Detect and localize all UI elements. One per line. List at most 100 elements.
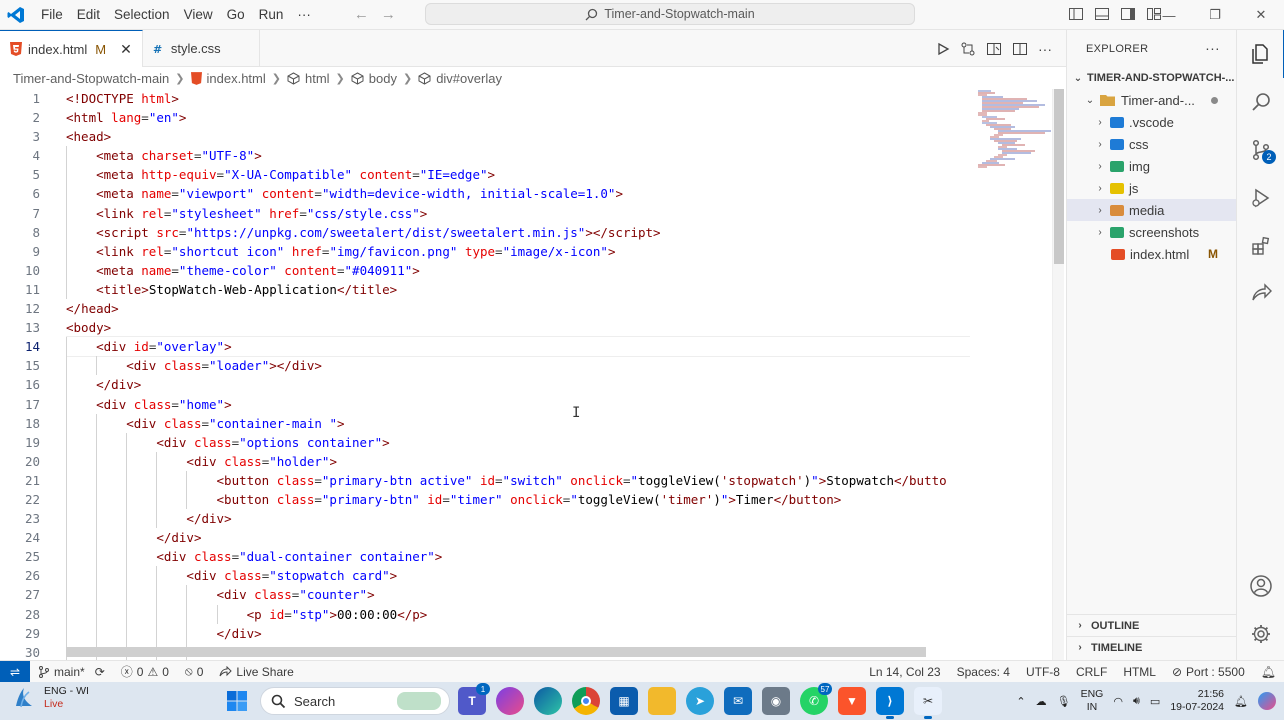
split-editor-icon[interactable] (1012, 41, 1028, 57)
remote-indicator-icon[interactable]: ⇌ (0, 660, 30, 683)
vertical-scrollbar[interactable] (1052, 89, 1064, 660)
end-of-line[interactable]: CRLF (1068, 665, 1115, 679)
command-center[interactable]: Timer-and-Stopwatch-main (425, 3, 915, 25)
menu-run[interactable]: Run (252, 0, 291, 30)
tree-item-img[interactable]: › img (1067, 155, 1236, 177)
more-actions-icon[interactable]: ··· (1205, 40, 1220, 56)
store-app-icon[interactable]: ▦ (610, 687, 638, 715)
tab-style-css[interactable]: # style.css (143, 30, 260, 67)
breadcrumb-item-body[interactable]: body (369, 71, 397, 86)
code-line[interactable]: <body> (66, 318, 970, 337)
tree-item-screenshots[interactable]: › screenshots (1067, 221, 1236, 243)
code-line[interactable]: <div class="loader"></div> (66, 356, 970, 376)
breadcrumb-item-html[interactable]: html (305, 71, 330, 86)
code-line[interactable]: <button class="primary-btn active" id="s… (66, 470, 970, 490)
open-preview-icon[interactable] (986, 41, 1002, 57)
vscode-app-icon[interactable]: ⟩ (876, 687, 904, 719)
brave-app-icon[interactable]: ▼ (838, 687, 866, 715)
tree-item-js[interactable]: › js (1067, 177, 1236, 199)
tree-item-index-html[interactable]: index.html M (1067, 243, 1236, 265)
timeline-section[interactable]: › TIMELINE (1067, 636, 1237, 658)
extensions-activity[interactable] (1237, 222, 1284, 270)
menu-view[interactable]: View (177, 0, 220, 30)
wifi-icon[interactable]: ◠ (1113, 695, 1123, 708)
restore-icon[interactable]: ❐ (1192, 0, 1238, 30)
toggle-panel-icon[interactable] (1094, 6, 1110, 22)
tree-item-media[interactable]: › media (1067, 199, 1236, 221)
notifications-icon[interactable]: 🔔︎ (1253, 665, 1284, 679)
live-share-status[interactable]: Live Share (211, 665, 301, 679)
file-explorer-app-icon[interactable] (648, 687, 676, 715)
sync-icon[interactable]: ⟳ (95, 665, 105, 679)
code-line[interactable]: <button class="primary-btn" id="timer" o… (66, 489, 970, 510)
code-line[interactable]: <link rel="shortcut icon" href="img/favi… (66, 241, 970, 261)
menu-edit[interactable]: Edit (70, 0, 107, 30)
horizontal-scrollbar[interactable] (66, 647, 926, 657)
code-line[interactable]: </div> (66, 375, 970, 395)
breadcrumb-item-overlay[interactable]: div#overlay (436, 71, 502, 86)
telegram-app-icon[interactable]: ➤ (686, 687, 714, 715)
code-line[interactable]: <script src="https://unpkg.com/sweetaler… (66, 222, 970, 242)
code-line[interactable]: </div> (66, 528, 970, 548)
show-hidden-icons-icon[interactable]: ⌃ (1016, 695, 1025, 708)
back-arrow-icon[interactable]: ← (354, 6, 369, 23)
close-window-icon[interactable]: ✕ (1238, 0, 1284, 30)
teams-app-icon[interactable]: T1 (458, 683, 490, 715)
language-mode[interactable]: HTML (1115, 665, 1164, 679)
widgets-button[interactable]: ENG - WI Live (12, 685, 89, 711)
input-language[interactable]: ENG IN (1081, 688, 1104, 714)
search-activity[interactable] (1237, 78, 1284, 126)
chrome-app-icon[interactable] (572, 687, 600, 715)
code-line[interactable]: <html lang="en"> (66, 108, 970, 127)
battery-icon[interactable]: ▭ (1150, 695, 1160, 708)
run-icon[interactable] (936, 42, 950, 56)
menu-file[interactable]: File (34, 0, 70, 30)
ports-status[interactable]: ⦸ 0 (177, 664, 212, 679)
close-tab-icon[interactable]: ✕ (120, 41, 132, 58)
indentation[interactable]: Spaces: 4 (949, 665, 1018, 679)
cursor-position[interactable]: Ln 14, Col 23 (861, 665, 948, 679)
taskbar-search[interactable]: Search (260, 687, 450, 715)
snipping-tool-app-icon[interactable]: ✂ (914, 687, 942, 719)
code-line[interactable]: </head> (66, 299, 970, 318)
live-server-status[interactable]: ⊘ Port : 5500 (1164, 665, 1253, 679)
code-line[interactable]: <meta charset="UTF-8"> (66, 146, 970, 166)
source-control-activity[interactable]: 2 (1237, 126, 1284, 174)
code-line[interactable]: </div> (66, 509, 970, 529)
toggle-secondary-sidebar-icon[interactable] (1120, 6, 1136, 22)
menu-more[interactable]: ··· (290, 0, 318, 30)
breadcrumb-item-file[interactable]: index.html (207, 71, 266, 86)
code-line[interactable]: <div class="options container"> (66, 432, 970, 452)
explorer-activity[interactable] (1237, 30, 1284, 78)
menu-selection[interactable]: Selection (107, 0, 177, 30)
copilot-app-icon[interactable] (496, 687, 524, 715)
code-line[interactable]: <meta http-equiv="X-UA-Compatible" conte… (66, 165, 970, 185)
code-line[interactable]: <link rel="stylesheet" href="css/style.c… (66, 203, 970, 223)
code-editor[interactable]: 1 2 3 4 5 6 7 8 9 10 11 12 13 14 15 16 17 18 19 20 21 22 23 24 2… (0, 89, 1066, 660)
code-line[interactable]: <!DOCTYPE html> (66, 89, 970, 108)
code-line[interactable]: <div class="holder"> (66, 451, 970, 471)
workspace-root[interactable]: ⌄ TIMER-AND-STOPWATCH-... (1067, 67, 1236, 89)
onedrive-icon[interactable]: ☁ (1036, 695, 1047, 708)
tree-folder-root[interactable]: ⌄ Timer-and-... (1067, 89, 1236, 111)
clock[interactable]: 21:56 19-07-2024 (1170, 688, 1224, 714)
volume-icon[interactable]: 🔊︎ (1133, 695, 1140, 708)
manage-activity[interactable] (1237, 610, 1284, 658)
problems-status[interactable]: ⓧ 0 ⚠ 0 (113, 663, 177, 680)
accounts-activity[interactable] (1237, 562, 1284, 610)
code-lines[interactable]: <!DOCTYPE html> <html lang="en"> <head> <m… (66, 89, 970, 660)
camera-app-icon[interactable]: ◉ (762, 687, 790, 715)
code-line[interactable]: </div> (66, 623, 970, 643)
minimap[interactable] (975, 89, 1054, 660)
microphone-icon[interactable]: 🎙︎ (1057, 695, 1071, 708)
branch-status[interactable]: main* ⟳ (30, 665, 113, 679)
toggle-primary-sidebar-icon[interactable] (1068, 6, 1084, 22)
outline-section[interactable]: › OUTLINE (1067, 614, 1237, 636)
code-line[interactable]: <p id="stp">00:00:00</p> (66, 604, 970, 624)
copilot-tray-icon[interactable] (1258, 692, 1276, 710)
edge-app-icon[interactable] (534, 687, 562, 715)
start-button[interactable] (226, 690, 248, 715)
code-line[interactable]: <div class="dual-container container"> (66, 547, 970, 567)
mail-app-icon[interactable]: ✉ (724, 687, 752, 715)
code-line[interactable]: <div class="container-main "> (66, 413, 970, 433)
